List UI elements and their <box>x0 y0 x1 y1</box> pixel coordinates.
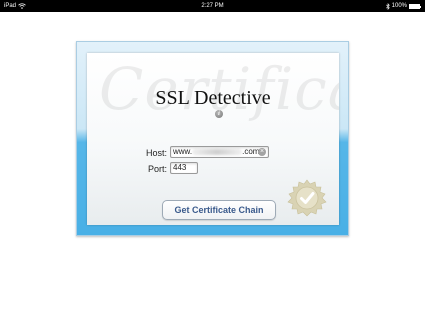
clear-icon[interactable]: × <box>258 148 266 156</box>
host-input[interactable]: www. .com × <box>170 146 269 158</box>
ipad-screen: iPad 2:27 PM 100% Certific SSL Detective… <box>0 0 425 322</box>
get-certificate-chain-button[interactable]: Get Certificate Chain <box>162 200 276 220</box>
redacted-host-segment <box>192 148 243 155</box>
status-bar: iPad 2:27 PM 100% <box>0 0 425 12</box>
host-input-value: www. <box>173 147 193 156</box>
port-input[interactable]: 443 <box>170 162 198 174</box>
status-time: 2:27 PM <box>201 3 224 9</box>
port-input-value: 443 <box>173 163 187 172</box>
status-right: 100% <box>385 0 421 12</box>
battery-percent: 100% <box>391 3 407 9</box>
certificate-seal-icon <box>286 179 328 221</box>
battery-level-fill <box>410 4 419 8</box>
app-title: SSL Detective <box>155 87 271 109</box>
host-label: Host: <box>145 148 167 158</box>
info-icon[interactable]: i <box>215 110 223 118</box>
host-input-suffix: .com <box>242 147 260 156</box>
battery-icon <box>409 3 421 9</box>
bluetooth-icon <box>385 2 390 10</box>
port-label: Port: <box>147 164 167 174</box>
